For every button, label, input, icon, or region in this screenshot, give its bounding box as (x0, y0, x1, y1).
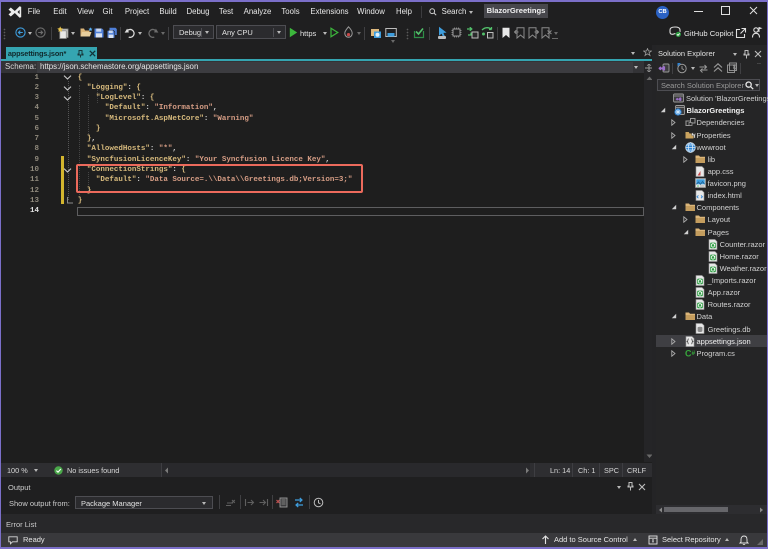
svg-text:#: # (691, 350, 695, 357)
